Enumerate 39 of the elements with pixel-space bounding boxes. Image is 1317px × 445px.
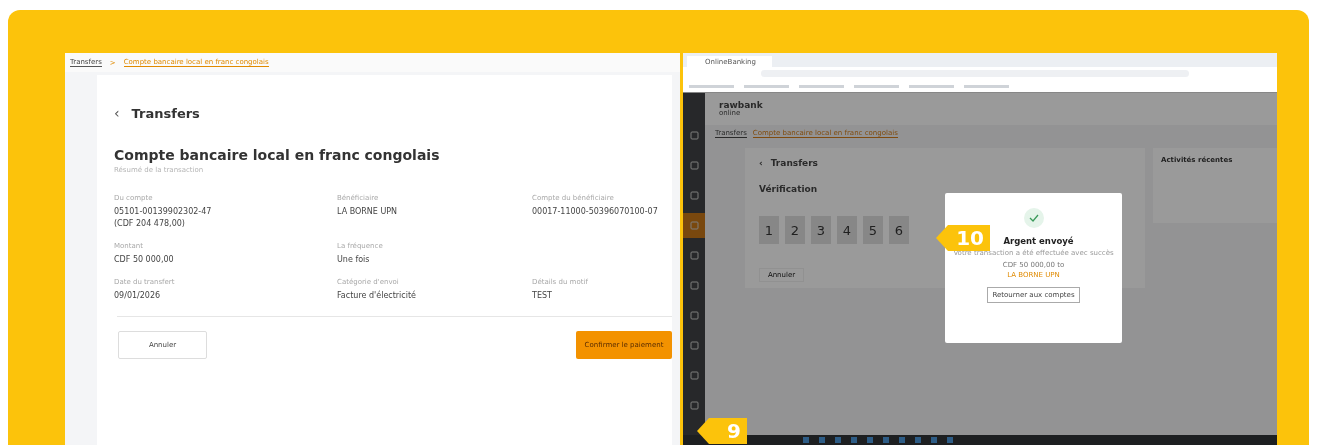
app-icon[interactable]: [819, 437, 825, 443]
field-value: 05101-00139902302-47 (CDF 204 478,00): [114, 206, 213, 230]
field-value: 09/01/2026: [114, 290, 162, 302]
bookmark-item[interactable]: [964, 84, 1009, 88]
app-icon[interactable]: [883, 437, 889, 443]
section-title: Compte bancaire local en franc congolais: [114, 147, 441, 163]
code-digit[interactable]: 4: [837, 216, 857, 244]
bookmark-item[interactable]: [909, 84, 954, 88]
app-icon[interactable]: [947, 437, 953, 443]
code-digit[interactable]: 3: [811, 216, 831, 244]
code-digit[interactable]: 1: [759, 216, 779, 244]
field-value: Une fois: [337, 254, 371, 266]
app-icon[interactable]: [899, 437, 905, 443]
bookmark-item[interactable]: [744, 84, 789, 88]
dialog-title: Argent envoyé: [1002, 236, 1074, 246]
field-value: LA BORNE UPN: [337, 206, 399, 218]
field-value: CDF 50 000,00: [114, 254, 175, 266]
app-icon[interactable]: [835, 437, 841, 443]
bookmark-item[interactable]: [689, 84, 734, 88]
back-icon[interactable]: ‹: [114, 105, 120, 121]
app-icon[interactable]: [931, 437, 937, 443]
page-title: Transfers: [131, 105, 200, 121]
code-digit[interactable]: 5: [863, 216, 883, 244]
bookmark-item[interactable]: [854, 84, 899, 88]
field-value: TEST: [532, 290, 553, 302]
app-icon[interactable]: [867, 437, 873, 443]
code-digit[interactable]: 6: [889, 216, 909, 244]
back-icon[interactable]: ‹: [759, 158, 763, 168]
code-digit[interactable]: 2: [785, 216, 805, 244]
app-icon[interactable]: [803, 437, 809, 443]
page-title: Transfers: [770, 158, 818, 168]
sidebar-icon[interactable]: [683, 213, 705, 238]
bookmark-item[interactable]: [799, 84, 844, 88]
field-value: Facture d'électricité: [337, 290, 418, 302]
field-value: 00017-11000-50396070100-07: [532, 206, 659, 218]
app-icon[interactable]: [851, 437, 857, 443]
app-icon[interactable]: [915, 437, 921, 443]
section-title: Vérification: [759, 184, 819, 194]
check-icon: [1023, 208, 1044, 228]
